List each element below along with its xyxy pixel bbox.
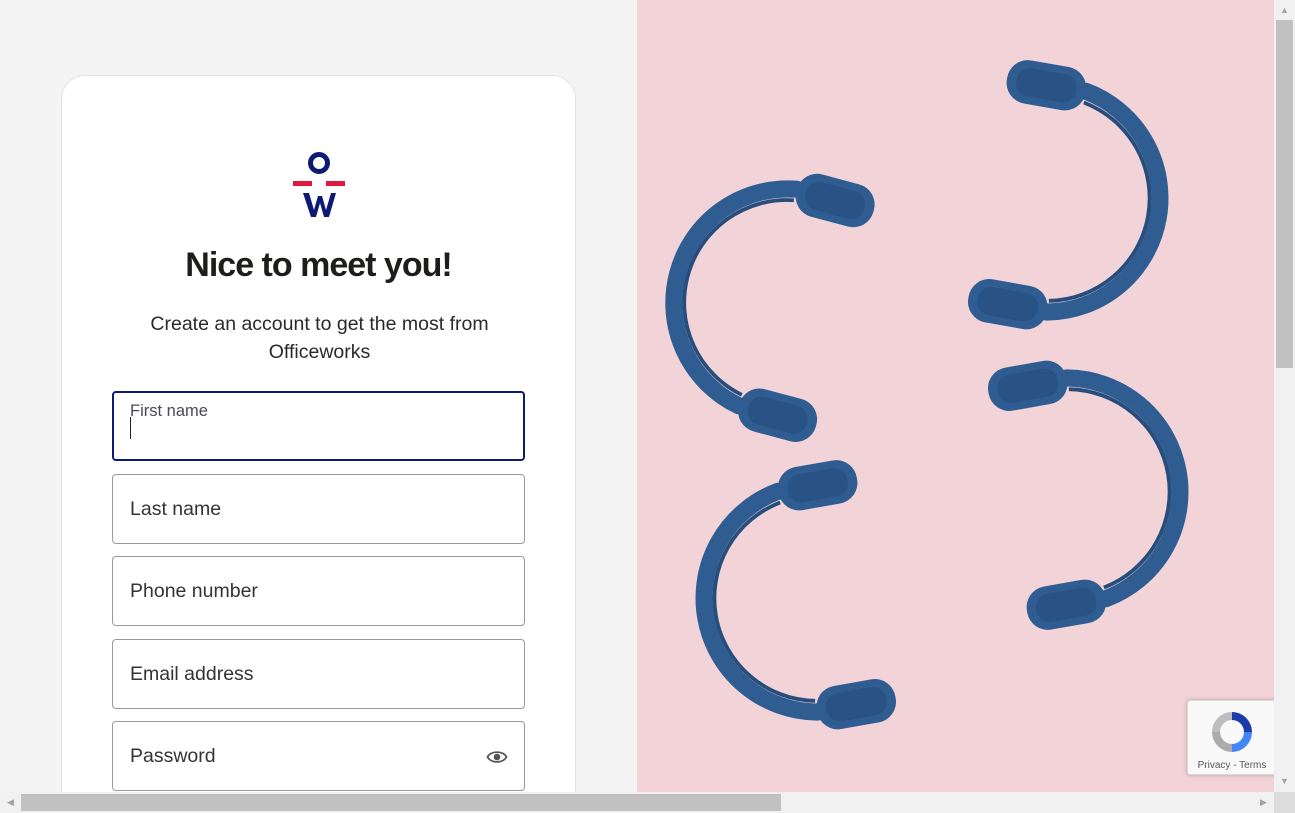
scroll-down-arrow-icon[interactable]: ▼ bbox=[1274, 771, 1295, 792]
signup-card: Nice to meet you! Create an account to g… bbox=[61, 75, 576, 792]
password-field[interactable]: Password bbox=[112, 721, 525, 791]
scrollbar-corner bbox=[1274, 792, 1295, 813]
horizontal-scrollbar[interactable]: ◀ ▶ bbox=[0, 792, 1274, 813]
first-name-field[interactable]: First name bbox=[112, 391, 525, 461]
vertical-scrollbar[interactable]: ▲ ▼ bbox=[1274, 0, 1295, 792]
recaptcha-icon bbox=[1212, 712, 1252, 752]
recaptcha-links: Privacy - Terms bbox=[1188, 760, 1274, 771]
scroll-right-arrow-icon[interactable]: ▶ bbox=[1253, 792, 1274, 813]
show-password-eye-icon[interactable] bbox=[486, 746, 508, 768]
phone-number-field[interactable]: Phone number bbox=[112, 556, 525, 626]
scroll-up-arrow-icon[interactable]: ▲ bbox=[1274, 0, 1295, 21]
last-name-field[interactable]: Last name bbox=[112, 474, 525, 544]
recaptcha-privacy-link[interactable]: Privacy bbox=[1198, 760, 1231, 771]
headphones-illustration bbox=[637, 0, 1274, 792]
page-viewport: Nice to meet you! Create an account to g… bbox=[0, 0, 1274, 792]
horizontal-scrollbar-thumb[interactable] bbox=[21, 794, 781, 811]
hero-image-headphones bbox=[637, 0, 1274, 792]
first-name-label: First name bbox=[130, 402, 208, 420]
email-address-field[interactable]: Email address bbox=[112, 639, 525, 709]
page-title: Nice to meet you! bbox=[185, 246, 452, 284]
recaptcha-separator: - bbox=[1233, 760, 1237, 771]
page-subtitle: Create an account to get the most from O… bbox=[150, 313, 489, 363]
last-name-placeholder: Last name bbox=[130, 498, 222, 520]
recaptcha-terms-link[interactable]: Terms bbox=[1239, 760, 1266, 771]
text-cursor bbox=[130, 417, 131, 439]
email-address-placeholder: Email address bbox=[130, 663, 254, 685]
scroll-left-arrow-icon[interactable]: ◀ bbox=[0, 792, 21, 813]
password-placeholder: Password bbox=[130, 745, 216, 767]
vertical-scrollbar-thumb[interactable] bbox=[1276, 20, 1293, 368]
phone-number-placeholder: Phone number bbox=[130, 580, 258, 602]
officeworks-logo bbox=[293, 152, 345, 217]
recaptcha-badge[interactable]: Privacy - Terms bbox=[1187, 700, 1274, 775]
